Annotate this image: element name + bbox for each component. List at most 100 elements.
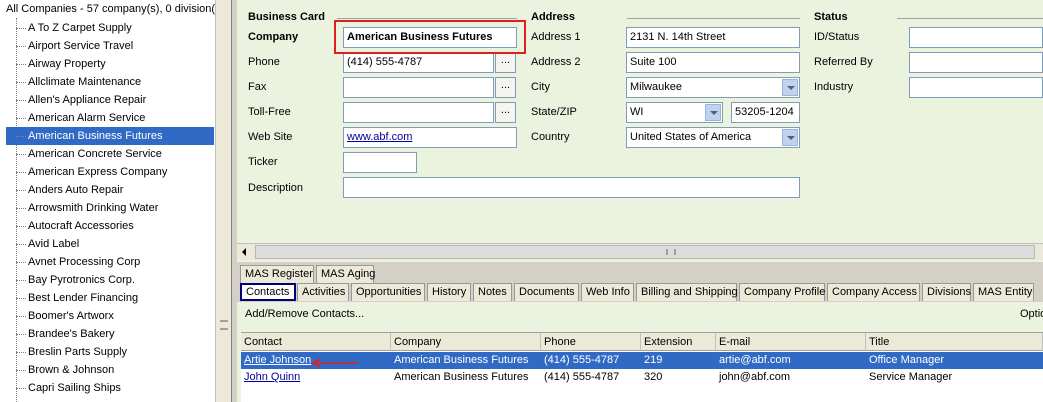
state-select[interactable]: WI [626, 102, 723, 123]
tree-item[interactable]: Boomer's Artworx [6, 307, 214, 325]
fax-field[interactable] [343, 77, 494, 98]
tree-item[interactable]: Airport Service Travel [6, 37, 214, 55]
tree-item[interactable]: Breslin Parts Supply [6, 343, 214, 361]
country-value: United States of America [630, 131, 752, 143]
tollfree-field[interactable] [343, 102, 494, 123]
company-label: Company [248, 31, 299, 43]
tree-item-label: American Business Futures [28, 130, 163, 142]
contact-name-link[interactable]: John Quinn [241, 369, 391, 386]
address2-label: Address 2 [531, 56, 581, 68]
form-horizontal-scrollbar[interactable] [237, 243, 1043, 260]
tree-scrollbar[interactable] [215, 0, 231, 402]
tree-item-label: Avid Label [28, 238, 80, 250]
table-cell: (414) 555-4787 [544, 354, 620, 366]
tree-item[interactable]: American Business Futures [6, 127, 214, 145]
website-label: Web Site [248, 131, 293, 143]
website-field[interactable]: www.abf.com [343, 127, 517, 148]
tree-branch-connector [16, 388, 26, 389]
tab-company-profile[interactable]: Company Profile [739, 283, 825, 301]
tree-item[interactable]: Capri Sailing Ships [6, 379, 214, 397]
tree-item[interactable]: A To Z Carpet Supply [6, 19, 214, 37]
tree-item[interactable]: Avnet Processing Corp [6, 253, 214, 271]
referred-by-field[interactable] [909, 52, 1043, 73]
company-highlight-box [334, 20, 526, 54]
table-row[interactable]: Artie Johnson American Business Futures (4… [241, 352, 1043, 369]
tab-1[interactable]: MAS Aging [316, 265, 375, 283]
zip-field[interactable]: 53205-1204 [731, 102, 800, 123]
tree-item[interactable]: Arrowsmith Drinking Water [6, 199, 214, 217]
column-header[interactable]: Company [391, 333, 541, 351]
column-header[interactable]: Title [866, 333, 1043, 351]
address1-field[interactable]: 2131 N. 14th Street [626, 27, 800, 48]
tab-opportunities[interactable]: Opportunities [351, 283, 425, 301]
tab-documents[interactable]: Documents [514, 283, 579, 301]
tree-item-label: Boomer's Artworx [28, 310, 114, 322]
chevron-down-icon[interactable] [782, 79, 798, 96]
column-header[interactable]: E-mail [716, 333, 866, 351]
detail-tabs: MAS Register MAS Aging Contacts Activities… [237, 262, 1043, 302]
state-value: WI [630, 106, 644, 118]
phone-ellipsis-button[interactable]: ... [495, 52, 516, 73]
industry-label: Industry [814, 81, 854, 93]
chevron-down-icon[interactable] [782, 129, 798, 146]
tree-branch-connector [16, 262, 26, 263]
tab-billing-and-shipping[interactable]: Billing and Shipping [636, 283, 738, 301]
tree-item[interactable]: American Concrete Service [6, 145, 214, 163]
tab-web-info[interactable]: Web Info [581, 283, 634, 301]
tree-item[interactable]: Allclimate Maintenance [6, 73, 214, 91]
scrollbar-thumb[interactable] [255, 245, 1035, 259]
fax-ellipsis-button[interactable]: ... [495, 77, 516, 98]
phone-label: Phone [248, 56, 280, 68]
tree-branch-connector [16, 154, 26, 155]
id-status-field[interactable] [909, 27, 1043, 48]
column-header[interactable]: Extension [641, 333, 716, 351]
table-cell: American Business Futures [394, 371, 529, 383]
tree-header[interactable]: All Companies - 57 company(s), 0 divisio… [6, 3, 216, 15]
ticker-field[interactable] [343, 152, 417, 173]
scroll-left-arrow-icon[interactable] [239, 246, 251, 258]
tab-activities[interactable]: Activities [297, 283, 349, 301]
company-tree[interactable]: All Companies - 57 company(s), 0 divisio… [0, 0, 232, 402]
tab-mas-entity[interactable]: MAS Entity [973, 283, 1034, 301]
tree-item[interactable]: American Alarm Service [6, 109, 214, 127]
tree-item[interactable]: Airway Property [6, 55, 214, 73]
tab-contacts[interactable]: Contacts [240, 283, 296, 301]
tree-item-label: Capri Sailing Ships [28, 382, 121, 394]
tree-item[interactable]: Bay Pyrotronics Corp. [6, 271, 214, 289]
options-button[interactable]: Options [1020, 308, 1043, 320]
tree-item[interactable]: Allen's Appliance Repair [6, 91, 214, 109]
tree-item-label: Avnet Processing Corp [28, 256, 141, 268]
tollfree-ellipsis-button[interactable]: ... [495, 102, 516, 123]
tree-branch-connector [16, 118, 26, 119]
column-header[interactable]: Contact [241, 333, 391, 351]
column-header[interactable]: Phone [541, 333, 641, 351]
tree-item[interactable]: Brandee's Bakery [6, 325, 214, 343]
address2-field[interactable]: Suite 100 [626, 52, 800, 73]
tab-divisions[interactable]: Divisions [922, 283, 971, 301]
tab-company-access[interactable]: Company Access [827, 283, 920, 301]
tree-item[interactable]: American Express Company [6, 163, 214, 181]
tree-item[interactable]: Anders Auto Repair [6, 181, 214, 199]
tab-notes[interactable]: Notes [473, 283, 512, 301]
industry-field[interactable] [909, 77, 1043, 98]
tab-0[interactable]: MAS Register [240, 265, 314, 283]
tree-item[interactable]: Autocraft Accessories [6, 217, 214, 235]
chevron-down-icon[interactable] [705, 104, 721, 121]
city-select[interactable]: Milwaukee [626, 77, 800, 98]
table-row[interactable]: John Quinn American Business Futures (414)… [241, 369, 1043, 386]
business-card-title: Business Card [248, 11, 326, 23]
tree-branch-connector [16, 334, 26, 335]
country-select[interactable]: United States of America [626, 127, 800, 148]
description-field[interactable] [343, 177, 800, 198]
tree-branch-connector [16, 190, 26, 191]
section-divider [627, 18, 800, 19]
tree-item-label: Anders Auto Repair [28, 184, 124, 196]
tree-item[interactable]: Best Lender Financing [6, 289, 214, 307]
phone-field[interactable]: (414) 555-4787 [343, 52, 494, 73]
tree-branch-connector [16, 28, 26, 29]
add-remove-contacts-button[interactable]: Add/Remove Contacts... [245, 308, 364, 320]
tree-item-label: Autocraft Accessories [28, 220, 134, 232]
tab-history[interactable]: History [427, 283, 471, 301]
tree-item[interactable]: Avid Label [6, 235, 214, 253]
tree-item[interactable]: Brown & Johnson [6, 361, 214, 379]
